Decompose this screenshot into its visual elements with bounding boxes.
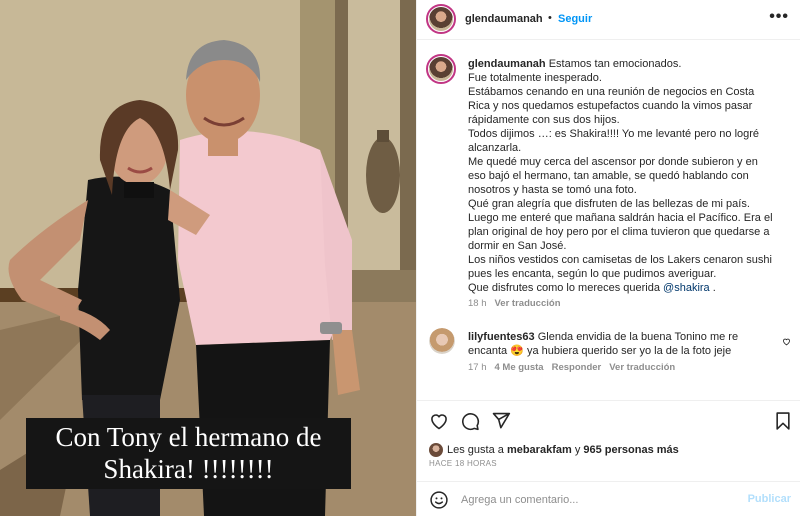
comment-reply-button[interactable]: Responder — [552, 362, 602, 373]
caption-line: rápidamente con sus dos hijos. — [468, 114, 620, 126]
caption-time: 18 h — [468, 298, 487, 309]
caption-line: Qué gran alegría que disfruten de las be… — [468, 198, 750, 210]
caption-line: Rica y nos quedamos estupefactos cuando … — [468, 100, 753, 112]
commenter-avatar[interactable] — [429, 328, 455, 354]
author-avatar[interactable] — [426, 4, 456, 34]
likes-middle: y — [571, 443, 584, 456]
likes-summary: Les gusta a mebarakfam y 965 personas má… — [429, 443, 679, 457]
caption-last-suffix: . — [709, 282, 716, 294]
send-icon[interactable] — [491, 411, 511, 431]
publish-button[interactable]: Publicar — [748, 493, 791, 505]
caption-line: alcanzarla. — [468, 142, 522, 154]
caption-author-avatar[interactable] — [426, 54, 456, 84]
caption-line: Fue totalmente inesperado. — [468, 72, 602, 84]
caption-line: Los niños vestidos con camisetas de los … — [468, 254, 772, 266]
caption-translate-button[interactable]: Ver traducción — [495, 298, 561, 309]
bookmark-icon[interactable] — [774, 411, 792, 431]
caption-meta: 18 h Ver traducción — [468, 298, 561, 309]
caption-author-username[interactable]: glendaumanah — [468, 58, 546, 70]
comment-input[interactable] — [461, 490, 731, 510]
image-text-line-2: Shakira! !!!!!!!! — [103, 454, 274, 484]
header-separator: • — [548, 12, 552, 24]
caption-line: eso bajó el hermano, tan amable, se qued… — [468, 170, 749, 182]
post-details-panel: glendaumanah • Seguir ••• glendaumanah E… — [416, 0, 800, 516]
emoji-icon[interactable] — [429, 490, 449, 510]
commenter-username[interactable]: lilyfuentes63 — [468, 331, 535, 343]
author-username[interactable]: glendaumanah — [465, 13, 543, 25]
comment-like-heart-icon[interactable] — [782, 337, 791, 346]
comment-translate-button[interactable]: Ver traducción — [609, 362, 675, 373]
post-photo[interactable]: Con Tony el hermano de Shakira! !!!!!!!! — [0, 0, 416, 516]
post-timestamp[interactable]: HACE 18 HORAS — [429, 459, 497, 468]
comment-icon[interactable] — [460, 411, 480, 431]
liker-username[interactable]: mebarakfam — [507, 444, 572, 456]
add-comment-bar: Publicar — [417, 481, 800, 516]
caption-line: Todos dijimos …: es Shakira!!!! Yo me le… — [468, 128, 760, 140]
caption-last-text: Que disfrutes como lo mereces querida — [468, 282, 664, 294]
comment-text-line-1: Glenda envidia de la buena Tonino me re — [537, 331, 739, 343]
post-actions: Les gusta a mebarakfam y 965 personas má… — [417, 400, 800, 516]
comment-likes-button[interactable]: 4 Me gusta — [495, 362, 544, 373]
comment-time: 17 h — [468, 362, 487, 373]
comment-text-line-2: encanta 😍 ya hubiera querido ser yo la d… — [468, 345, 732, 357]
liker-avatar[interactable] — [429, 443, 443, 457]
caption-line: Estábamos cenando en una reunión de nego… — [468, 86, 755, 98]
caption-line: pues les encanta, según lo que pudimos a… — [468, 268, 717, 280]
caption-line: plan original de hoy pero por el clima t… — [468, 226, 770, 238]
follow-button[interactable]: Seguir — [558, 13, 592, 25]
image-text-overlay: Con Tony el hermano de Shakira! !!!!!!!! — [26, 418, 351, 489]
instagram-post-window: Con Tony el hermano de Shakira! !!!!!!!!… — [0, 0, 800, 516]
mention-link[interactable]: @shakira — [663, 282, 710, 294]
comment-text: lilyfuentes63 Glenda envidia de la buena… — [468, 330, 768, 358]
more-options-icon[interactable]: ••• — [769, 8, 789, 26]
image-text-line-1: Con Tony el hermano de — [55, 422, 322, 452]
likes-prefix: Les gusta a — [447, 443, 507, 456]
caption-line: Estamos tan emocionados. — [548, 58, 682, 70]
caption-line: Me quedé muy cerca del ascensor por dond… — [468, 156, 758, 168]
post-header: glendaumanah • Seguir ••• — [417, 0, 800, 40]
caption-line: Luego me enteré que mañana saldrán hacia… — [468, 212, 773, 224]
comment-meta: 17 h 4 Me gusta Responder Ver traducción — [468, 362, 675, 373]
post-caption: glendaumanah Estamos tan emocionados. Fu… — [468, 57, 793, 295]
heart-icon[interactable] — [429, 411, 449, 431]
caption-line: dormir en San José. — [468, 240, 567, 252]
caption-line: nosotros y hasta se tomó una foto. — [468, 184, 637, 196]
likes-count-button[interactable]: 965 personas más — [583, 444, 678, 456]
